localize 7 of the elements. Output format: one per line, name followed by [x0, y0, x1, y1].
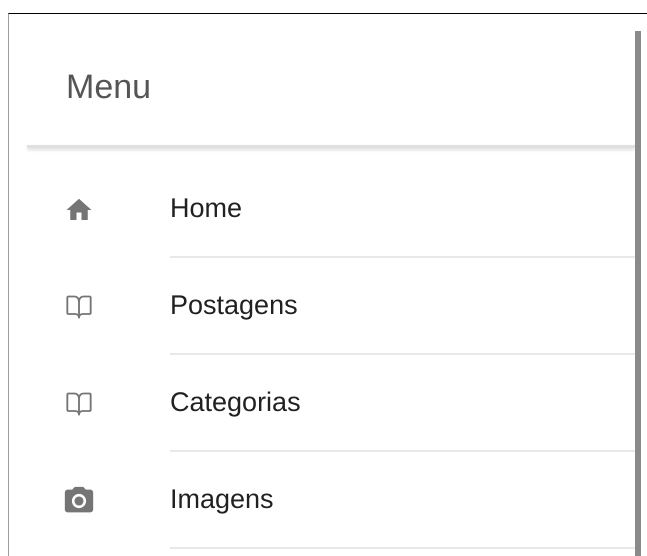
menu-item-label: Categorias [170, 386, 301, 420]
menu-title: Menu [66, 66, 152, 108]
menu-item-label: Postagens [170, 289, 298, 322]
menu-item-label: Imagens [170, 483, 274, 516]
book-icon [65, 390, 93, 418]
menu-item-label: Home [170, 192, 242, 226]
book-icon [65, 292, 93, 320]
